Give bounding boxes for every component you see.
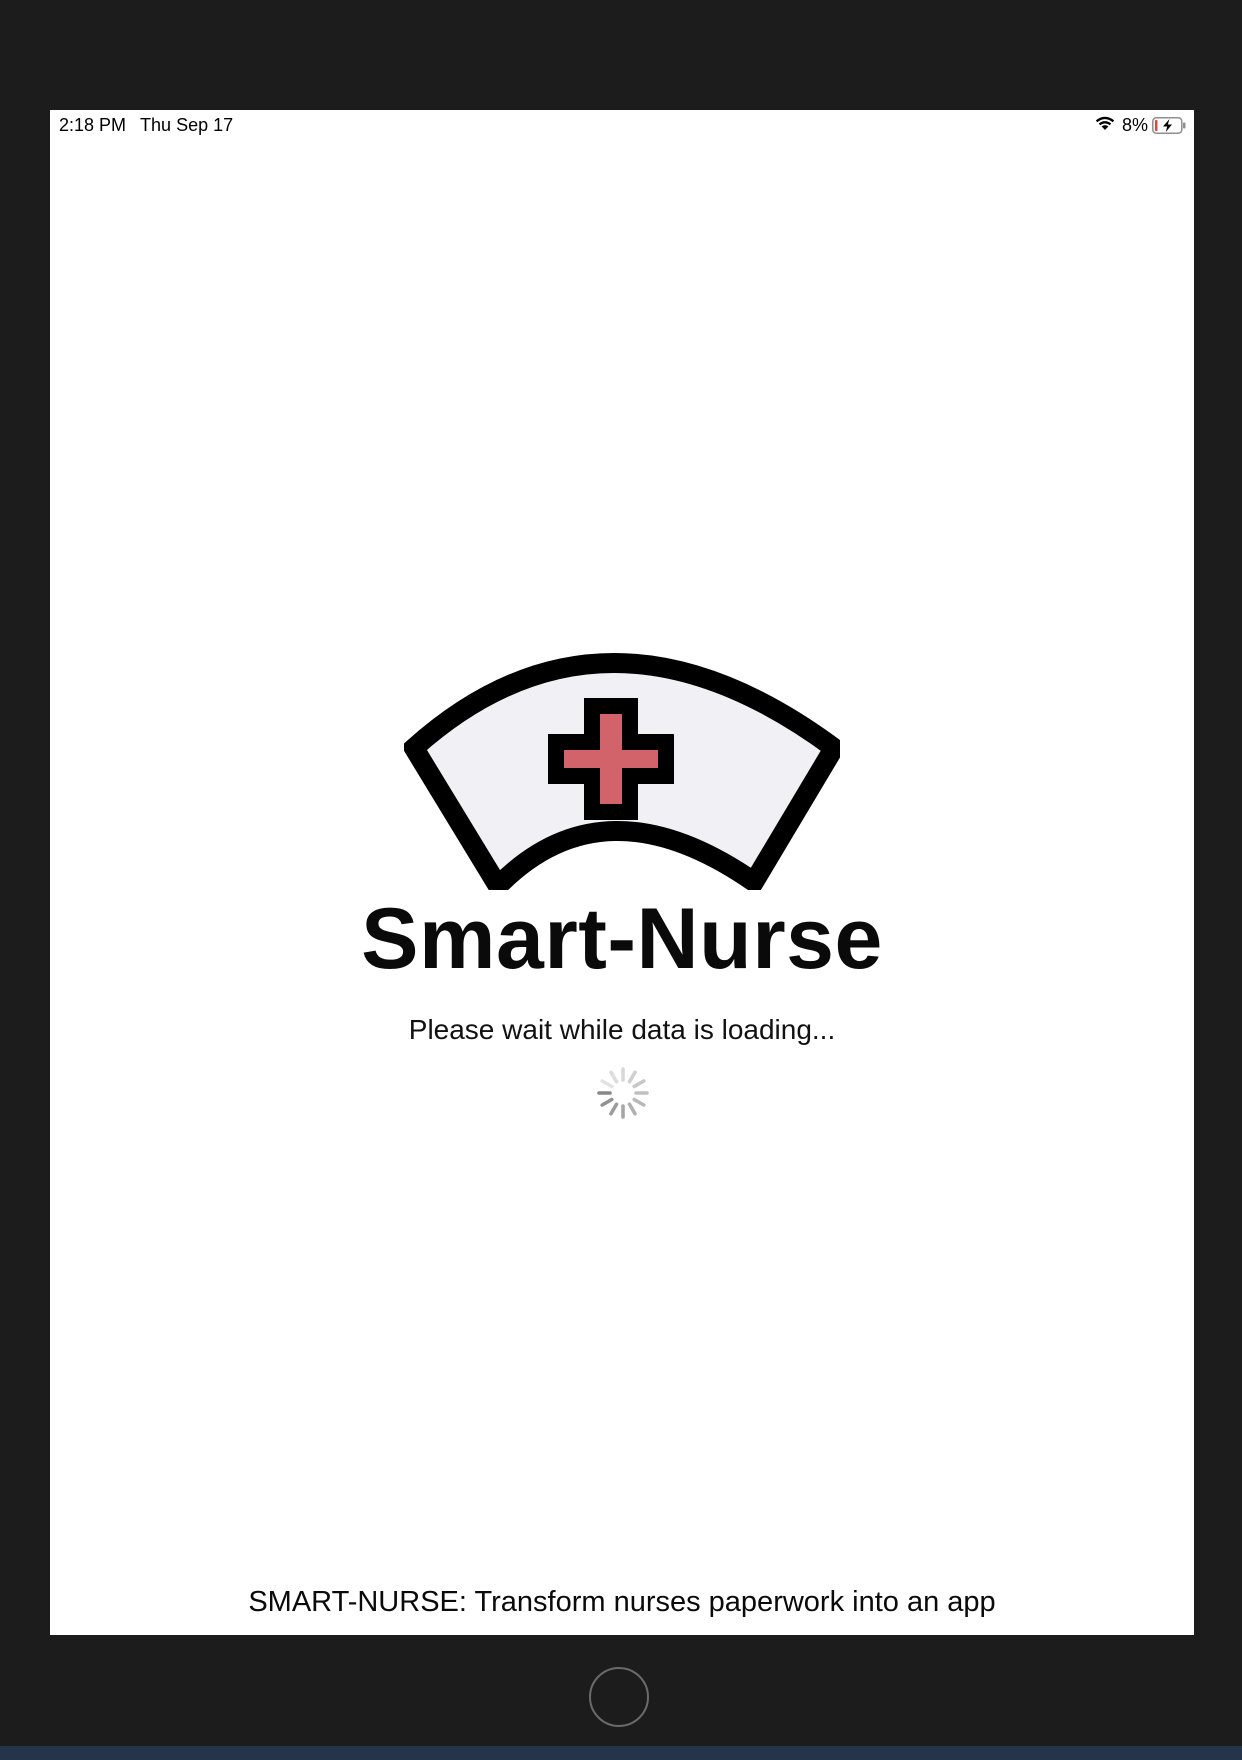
battery-charging-icon: [1152, 116, 1186, 134]
activity-spinner-icon: [597, 1067, 649, 1119]
loading-message: Please wait while data is loading...: [408, 1014, 836, 1045]
footer-tagline: SMART-NURSE: Transform nurses paperwork …: [248, 1586, 996, 1618]
status-time: 2:18 PM: [59, 115, 127, 135]
status-bar: 2:18 PM Thu Sep 17 8%: [50, 110, 1194, 140]
ipad-device-frame: 2:18 PM Thu Sep 17 8% Smart-Nurse Please…: [0, 0, 1242, 1760]
screen: 2:18 PM Thu Sep 17 8% Smart-Nurse Please…: [50, 110, 1194, 1635]
app-title: Smart-Nurse: [361, 891, 883, 987]
wifi-icon: [1094, 114, 1116, 136]
nurse-cap-icon: [404, 653, 840, 890]
battery-percent: 8%: [1121, 114, 1148, 135]
status-right: 8%: [1094, 114, 1186, 136]
background-strip: [0, 1746, 1242, 1760]
status-left: 2:18 PM Thu Sep 17: [59, 115, 233, 136]
home-button[interactable]: [589, 1667, 649, 1727]
status-date: Thu Sep 17: [140, 115, 234, 135]
